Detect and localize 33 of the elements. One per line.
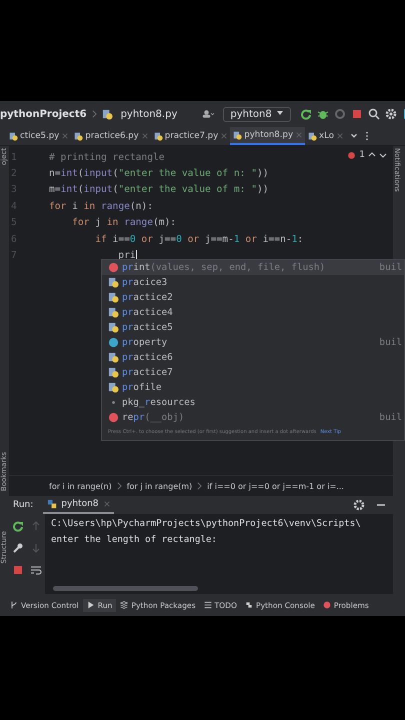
file-tab[interactable]: ctice5.py — [6, 127, 72, 145]
breadcrumb[interactable]: for i in range(n) — [49, 482, 112, 490]
completion-item[interactable]: profile — [102, 380, 404, 395]
code-line: n=int(input("enter the value of n: ")) — [49, 168, 269, 180]
file-name[interactable]: pyhton8.py — [120, 108, 178, 120]
code-line: if i==0 or j==0 or j==m-1 or i==n-1: — [94, 234, 304, 245]
completion-item[interactable]: property buil — [102, 335, 404, 350]
completion-item[interactable]: print(values, sep, end, file, flush) buil — [102, 260, 404, 275]
console-output-line: C:\Users\hp\PycharmProjects\pythonProject6\venv\Scripts\ — [51, 518, 362, 531]
file-tab[interactable]: practice6.py — [71, 127, 151, 145]
file-tab[interactable]: practice7.py — [150, 127, 230, 145]
completion-item[interactable]: pracice3 — [102, 275, 404, 290]
project-name[interactable]: pythonProject6 — [0, 108, 87, 120]
completion-item[interactable]: practice6 — [102, 350, 404, 365]
breadcrumb[interactable]: if i==0 or j==0 or j==m-1 or i=... — [207, 482, 344, 490]
run-label: Run: — [13, 500, 34, 510]
completion-item[interactable]: practice2 — [102, 290, 404, 305]
file-tab[interactable]: xLo — [305, 127, 346, 145]
breadcrumb[interactable]: for j in range(m) — [126, 482, 192, 490]
code-line: # printing rectangle — [49, 152, 165, 163]
console-output-line: enter the length of rectangle: — [51, 534, 218, 547]
code-line: m=int(input("enter the value of m: ")) — [49, 184, 269, 196]
completion-item[interactable]: practice4 — [102, 305, 404, 320]
completion-item[interactable]: practice7 — [102, 365, 404, 380]
error-count[interactable]: 1 — [359, 150, 365, 160]
code-line: for j in range(m): — [71, 217, 176, 228]
completion-item[interactable]: practice5 — [102, 320, 404, 335]
file-tab[interactable]: pyhton8.py — [230, 127, 306, 145]
run-config-dropdown[interactable]: pyhton8 — [223, 106, 291, 122]
completion-item[interactable]: pkg_resources — [102, 395, 404, 410]
completion-item[interactable]: repr(__obj) buil — [102, 410, 404, 425]
code-line: for i in range(n): — [49, 200, 153, 212]
code-line: pri — [117, 250, 136, 262]
